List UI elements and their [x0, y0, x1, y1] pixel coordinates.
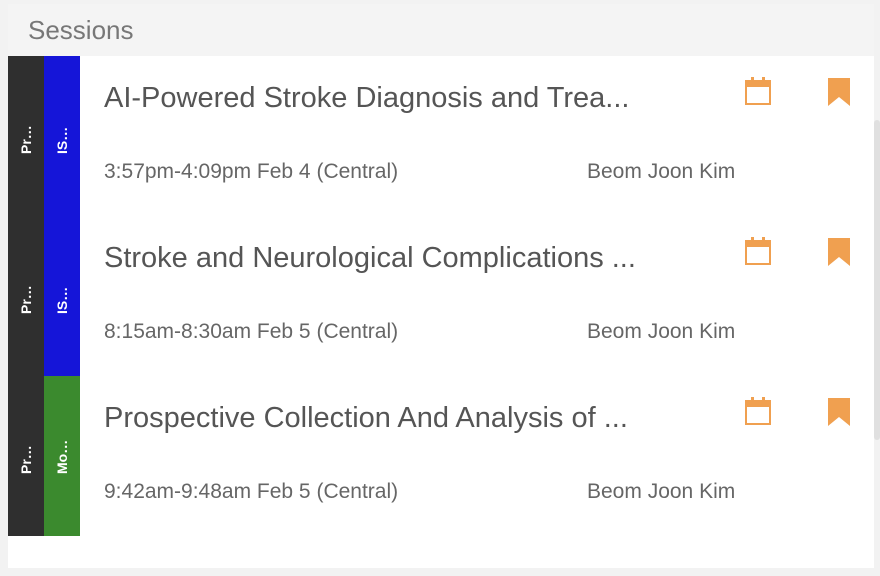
- session-track-stripe: ISC Invited Sym...: [44, 216, 80, 376]
- session-item[interactable]: Presentation Moderated Digit... Prospect…: [8, 376, 874, 536]
- session-type-stripe: Presentation: [8, 376, 44, 536]
- calendar-icon[interactable]: [744, 236, 772, 266]
- session-speaker: Beom Joon Kim: [587, 160, 736, 183]
- session-track-label: Moderated Digit...: [54, 438, 70, 474]
- bookmark-icon[interactable]: [826, 236, 852, 268]
- session-speaker: Beom Joon Kim: [587, 480, 736, 503]
- bookmark-icon[interactable]: [826, 396, 852, 428]
- session-time: 3:57pm-4:09pm Feb 4 (Central): [104, 160, 399, 183]
- calendar-icon[interactable]: [744, 396, 772, 426]
- panel-header: Sessions: [8, 4, 874, 56]
- session-type-stripe: Presentation: [8, 216, 44, 376]
- session-time: 9:42am-9:48am Feb 5 (Central): [104, 480, 399, 503]
- session-title[interactable]: Prospective Collection And Analysis of .…: [104, 402, 684, 435]
- session-title[interactable]: Stroke and Neurological Complications ..…: [104, 242, 684, 275]
- session-track-stripe: ISC Invited Sym...: [44, 56, 80, 216]
- calendar-icon[interactable]: [744, 76, 772, 106]
- session-time: 8:15am-8:30am Feb 5 (Central): [104, 320, 399, 343]
- panel-title: Sessions: [28, 14, 134, 45]
- session-speaker: Beom Joon Kim: [587, 320, 736, 343]
- session-track-label: ISC Invited Sym...: [54, 118, 70, 154]
- session-type-stripe: Presentation: [8, 56, 44, 216]
- sessions-panel: Sessions Presentation ISC Invited Sym...…: [8, 4, 874, 568]
- session-type-label: Presentation: [18, 118, 34, 154]
- bookmark-icon[interactable]: [826, 76, 852, 108]
- session-track-label: ISC Invited Sym...: [54, 278, 70, 314]
- session-item[interactable]: Presentation ISC Invited Sym... AI-Power…: [8, 56, 874, 216]
- session-item[interactable]: Presentation ISC Invited Sym... Stroke a…: [8, 216, 874, 376]
- session-type-label: Presentation: [18, 278, 34, 314]
- session-title[interactable]: AI-Powered Stroke Diagnosis and Trea...: [104, 82, 684, 115]
- scrollbar[interactable]: [874, 120, 880, 440]
- session-type-label: Presentation: [18, 438, 34, 474]
- session-track-stripe: Moderated Digit...: [44, 376, 80, 536]
